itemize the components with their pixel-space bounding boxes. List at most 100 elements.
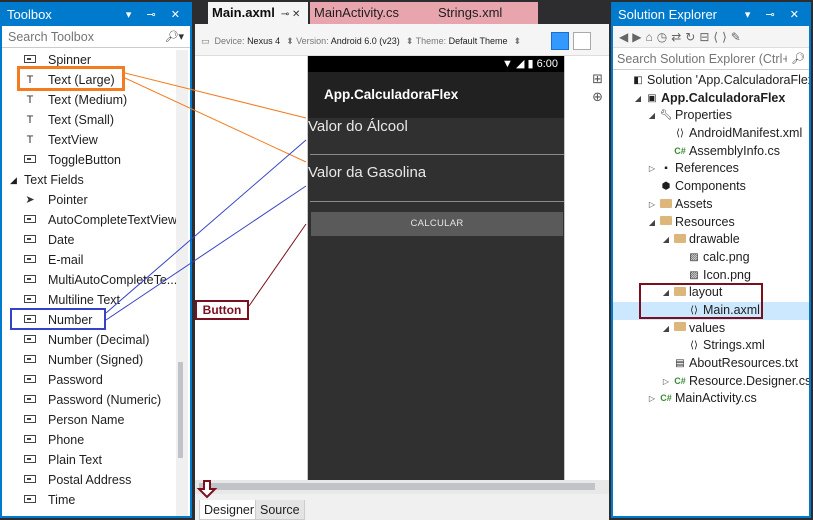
toolbox-item-email[interactable]: E-mail [2, 250, 177, 270]
toolbox-item-number-decimal[interactable]: Number (Decimal) [2, 330, 177, 350]
solution-toolbar[interactable]: ◀▶⌂◷⇄↻⊟⟨⟩✎ [613, 26, 809, 48]
tree-node[interactable]: ◢ layout [613, 284, 809, 302]
tree-node[interactable]: ⬢ Components [613, 178, 809, 196]
expand-arrow-icon[interactable]: ◢ [647, 214, 657, 232]
tree-node[interactable]: ▷ Assets [613, 196, 809, 214]
expand-arrow-icon[interactable]: ▷ [661, 373, 671, 391]
panel-controls[interactable]: ▾ ⊸ ✕ [745, 4, 805, 26]
expand-arrow-icon[interactable]: ◢ [661, 320, 671, 338]
zoom-in-icon[interactable]: ⊕ [592, 88, 603, 106]
toolbox-item-multiline[interactable]: Multiline Text [2, 290, 177, 310]
calcular-button[interactable]: CALCULAR [311, 212, 563, 236]
sync-icon[interactable]: ⇄ [671, 30, 685, 44]
toolbox-item-postal-address[interactable]: Postal Address [2, 470, 177, 490]
toolbox-item-autocomplete[interactable]: AutoCompleteTextView [2, 210, 177, 230]
tree-node[interactable]: ◢ Resources [613, 214, 809, 232]
tree-node-label: calc.png [703, 249, 750, 264]
textbox-icon [22, 390, 38, 410]
toolbox-item-password-numeric[interactable]: Password (Numeric) [2, 390, 177, 410]
device-select[interactable]: Nexus 4 [247, 36, 280, 46]
toolbox-item-multiautocomplete[interactable]: MultiAutoCompleteTe... [2, 270, 177, 290]
tree-node[interactable]: ▷ C# MainActivity.cs [613, 390, 809, 408]
pin-icon[interactable]: ⊸ ✕ [281, 9, 301, 20]
toolbox-item-text-medium[interactable]: T Text (Medium) [2, 90, 177, 110]
tree-node[interactable]: ⟨⟩ Main.axml [613, 301, 809, 320]
tree-node[interactable]: ⟨⟩ AndroidManifest.xml [613, 125, 809, 143]
panel-controls[interactable]: ▾ ⊸ ✕ [126, 4, 186, 26]
toolbox-item-date[interactable]: Date [2, 230, 177, 250]
search-icon[interactable]: 🔎︎▾ [165, 26, 185, 48]
expand-arrow-icon[interactable]: ◢ [661, 284, 671, 302]
tree-node[interactable]: ◢ 🔧︎ Properties [613, 107, 809, 125]
toolbox-item-textview[interactable]: T TextView [2, 130, 177, 150]
expand-arrow-icon[interactable]: ▷ [647, 196, 657, 214]
tree-node[interactable]: ▨ Icon.png [613, 267, 809, 285]
toolbox-item-phone[interactable]: Phone [2, 430, 177, 450]
expand-arrow-icon[interactable]: ◢ [661, 231, 671, 249]
solution-search-input[interactable] [617, 52, 787, 66]
settings-icon[interactable]: ▭ [201, 36, 210, 46]
tab-source[interactable]: Source [255, 500, 305, 520]
toolbox-item-spinner[interactable]: Spinner [2, 50, 177, 70]
history-icon[interactable]: ◷ [657, 30, 671, 44]
collapse-icon[interactable]: ⊟ [699, 30, 713, 44]
tree-node-label: Icon.png [703, 267, 751, 282]
portrait-icon[interactable] [551, 32, 569, 50]
design-canvas[interactable]: ▼ ◢ ▮ 6:00 App.CalculadoraFlex Valor do … [195, 56, 609, 484]
search-icon[interactable]: 🔎︎ [791, 48, 805, 70]
toolbox-item-togglebutton[interactable]: ToggleButton [2, 150, 177, 170]
scrollbar-thumb[interactable] [178, 362, 183, 458]
tab-strings-xml[interactable]: Strings.xml [434, 2, 538, 24]
refresh-icon[interactable]: ↻ [685, 30, 699, 44]
toolbox-item-time[interactable]: Time [2, 490, 177, 510]
alcool-field[interactable]: Valor do Álcool [308, 118, 566, 156]
toolbox-item-pointer[interactable]: ➤ Pointer [2, 190, 177, 210]
textbox-icon [22, 330, 38, 350]
landscape-icon[interactable] [573, 32, 591, 50]
expand-arrow-icon[interactable]: ▷ [647, 390, 657, 408]
forward-icon[interactable]: ▶ [632, 30, 645, 44]
tree-node-label: References [675, 161, 739, 176]
toolbox-search-input[interactable] [8, 30, 158, 44]
tab-designer[interactable]: Designer [199, 500, 260, 520]
textbox-icon [22, 250, 38, 270]
scrollbar-thumb[interactable] [199, 483, 595, 490]
tree-node[interactable]: ◢ ▣ App.CalculadoraFlex [613, 90, 809, 108]
back-icon[interactable]: ◀ [619, 30, 632, 44]
tree-node[interactable]: ◢ values [613, 320, 809, 338]
toolbox-item-number[interactable]: Number [2, 310, 177, 330]
toolbox-item-password[interactable]: Password [2, 370, 177, 390]
toolbox-item-number-signed[interactable]: Number (Signed) [2, 350, 177, 370]
toolbox-item-person-name[interactable]: Person Name [2, 410, 177, 430]
solution-tree: ◧ Solution 'App.CalculadoraFlex' (1 ◢ ▣ App.… [613, 72, 809, 408]
theme-select[interactable]: Default Theme [449, 36, 508, 46]
tree-node[interactable]: ▨ calc.png [613, 249, 809, 267]
expand-arrow-icon[interactable]: ▷ [647, 160, 657, 178]
tree-node[interactable]: ▷ C# Resource.Designer.cs [613, 373, 809, 391]
toolbox-scrollbar[interactable] [176, 50, 188, 516]
toolbox-item-text-small[interactable]: T Text (Small) [2, 110, 177, 130]
tree-node[interactable]: ⟨⟩ Strings.xml [613, 337, 809, 355]
tree-node[interactable]: ◢ drawable [613, 231, 809, 249]
toolbox-item-text-large[interactable]: T Text (Large) [2, 70, 177, 90]
tab-main-axml[interactable]: Main.axml ⊸ ✕ [208, 2, 308, 24]
gasolina-field[interactable]: Valor da Gasolina [308, 164, 566, 202]
tree-node[interactable]: ◧ Solution 'App.CalculadoraFlex' (1 [613, 72, 809, 90]
tree-node-label: App.CalculadoraFlex [661, 90, 786, 105]
image-icon: ▨ [689, 251, 699, 263]
toolbox-item-plain-text[interactable]: Plain Text [2, 450, 177, 470]
version-select[interactable]: Android 6.0 (v23) [331, 36, 400, 46]
tree-node[interactable]: ▤ AboutResources.txt [613, 355, 809, 373]
expand-arrow-icon[interactable]: ◢ [633, 90, 643, 108]
code-icon[interactable]: ⟨⟩ [713, 30, 730, 44]
tab-mainactivity[interactable]: MainActivity.cs [310, 2, 434, 24]
designer-hscrollbar[interactable] [195, 480, 609, 494]
wrench-icon[interactable]: ✎ [731, 30, 745, 44]
toolbox-group-text-fields[interactable]: ◢ Text Fields [2, 170, 177, 190]
expand-arrow-icon[interactable]: ◢ [647, 107, 657, 125]
home-icon[interactable]: ⌂ [645, 30, 656, 44]
tree-node[interactable]: C# AssemblyInfo.cs [613, 143, 809, 161]
tree-node[interactable]: ▷ ▪ References [613, 160, 809, 178]
solution-icon: ◧ [633, 75, 643, 86]
zoom-fit-icon[interactable]: ⊞ [592, 70, 603, 88]
